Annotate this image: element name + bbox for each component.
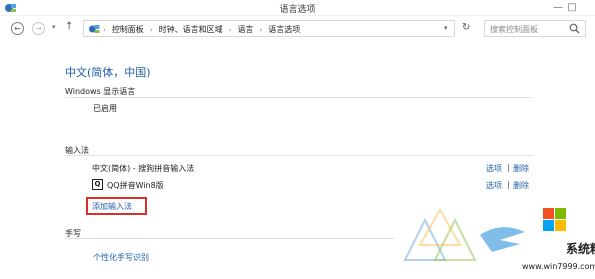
link-separator: | — [507, 180, 510, 189]
breadcrumb-item-control-panel[interactable]: 控制面板 — [112, 25, 144, 34]
breadcrumb-separator: › — [103, 26, 106, 34]
navigation-bar: ← → ▾ ↑ › 控制面板 › 时钟、语言和区域 › 语言 › 语言选项 ▾ ↻ 搜索控制面… — [0, 18, 595, 40]
input-method-name: QQ拼音Win8版 — [107, 181, 164, 190]
search-placeholder: 搜索控制面板 — [490, 25, 538, 34]
search-icon[interactable] — [569, 23, 580, 34]
personalize-handwriting-link[interactable]: 个性化手写识别 — [93, 252, 149, 263]
up-button[interactable]: ↑ — [65, 21, 73, 32]
breadcrumb-item-language[interactable]: 语言 — [237, 25, 253, 34]
input-method-remove-link[interactable]: 删除 — [513, 180, 529, 191]
search-input[interactable]: 搜索控制面板 — [484, 20, 586, 37]
recent-locations-dropdown[interactable]: ▾ — [52, 23, 56, 31]
qq-pinyin-icon: Q — [92, 179, 103, 190]
back-button[interactable]: ← — [11, 22, 24, 35]
address-history-dropdown[interactable]: ▾ — [444, 24, 448, 32]
forward-button[interactable]: → — [32, 22, 45, 35]
breadcrumb-item-clock-language-region[interactable]: 时钟、语言和区域 — [159, 25, 223, 34]
title-bar: 语言选项 — □ — [0, 0, 595, 16]
display-language-heading: Windows 显示语言 — [65, 87, 136, 96]
breadcrumb-separator[interactable]: › — [259, 26, 262, 34]
breadcrumb-item-language-options[interactable]: 语言选项 — [268, 25, 300, 34]
divider — [65, 155, 533, 156]
watermark-url: www.win7999.com — [522, 262, 595, 271]
watermark-brand: 系统粉 — [566, 242, 595, 256]
minimize-button[interactable]: — — [551, 1, 565, 14]
divider — [65, 238, 395, 239]
control-panel-icon — [89, 25, 100, 33]
display-language-status: 已启用 — [93, 104, 117, 113]
maximize-button[interactable]: □ — [565, 1, 579, 14]
divider — [65, 97, 533, 98]
input-method-name: 中文(简体) - 搜狗拼音输入法 — [92, 164, 195, 173]
input-method-options-link[interactable]: 选项 — [486, 163, 502, 174]
language-title: 中文(简体，中国) — [65, 66, 151, 79]
breadcrumb: › 控制面板 › 时钟、语言和区域 › 语言 › 语言选项 — [103, 24, 300, 35]
add-input-method-link[interactable]: 添加输入法 — [92, 201, 132, 212]
breadcrumb-separator[interactable]: › — [229, 26, 232, 34]
breadcrumb-separator[interactable]: › — [150, 26, 153, 34]
refresh-button[interactable]: ↻ — [462, 22, 470, 33]
address-bar[interactable]: › 控制面板 › 时钟、语言和区域 › 语言 › 语言选项 ▾ — [83, 20, 455, 37]
link-separator: | — [507, 163, 510, 172]
window-title: 语言选项 — [279, 5, 316, 15]
input-method-remove-link[interactable]: 删除 — [513, 163, 529, 174]
input-method-options-link[interactable]: 选项 — [486, 180, 502, 191]
